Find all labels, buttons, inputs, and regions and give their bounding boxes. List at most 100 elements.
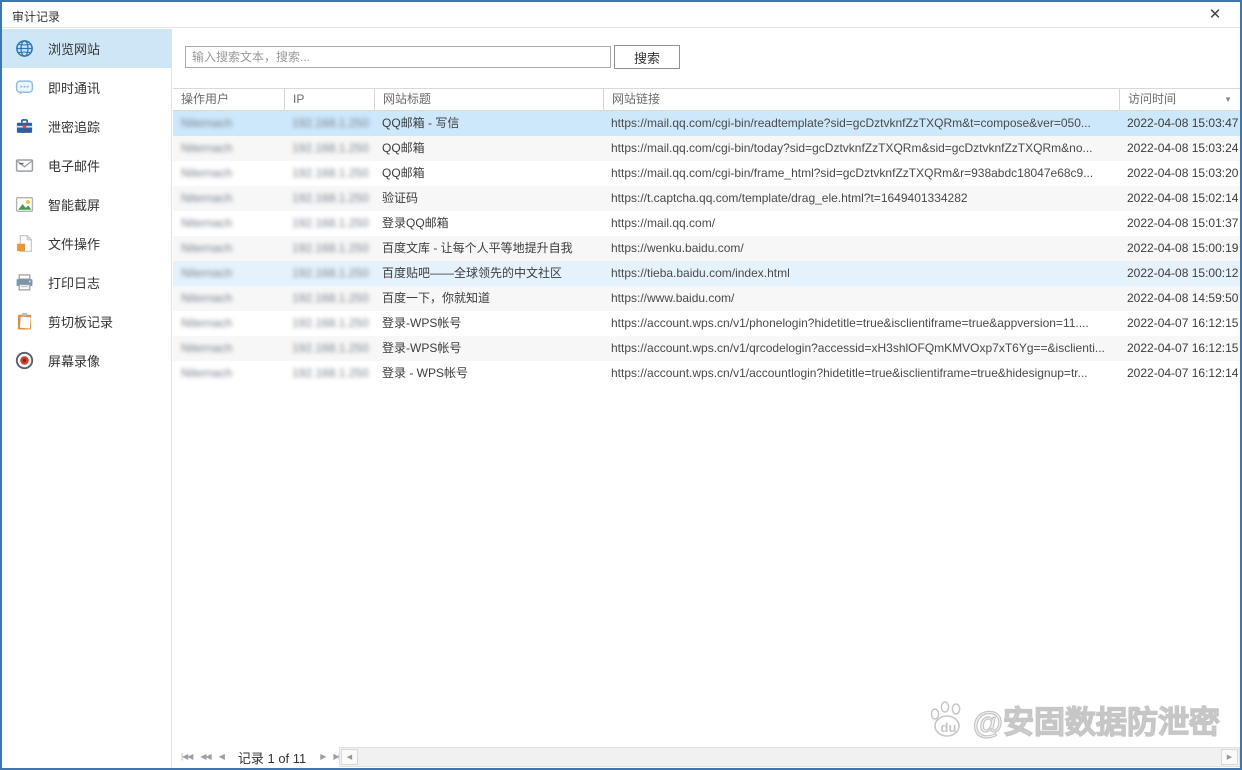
table-row[interactable]: Niternach192.168.1.250登录 - WPS帐号https://… [173, 361, 1240, 386]
sidebar-item-8[interactable]: 屏幕录像 [2, 341, 171, 380]
cell-ip-redacted: 192.168.1.250 [284, 261, 374, 286]
sidebar-item-1[interactable]: 即时通讯 [2, 68, 171, 107]
cell-site-url: https://mail.qq.com/cgi-bin/frame_html?s… [603, 161, 1119, 186]
mail-icon [15, 156, 34, 175]
scroll-left-icon[interactable]: ◀ [341, 749, 358, 765]
globe-icon [15, 39, 34, 58]
first-page-button[interactable]: |◀◀ [177, 746, 196, 768]
cell-ip-redacted: 192.168.1.250 [284, 311, 374, 336]
cell-ip-redacted: 192.168.1.250 [284, 336, 374, 361]
cell-user-redacted: Niternach [173, 186, 284, 211]
column-header-time[interactable]: 访问时间▼ [1119, 89, 1240, 110]
printer-icon [15, 273, 34, 292]
cell-site-url: https://account.wps.cn/v1/phonelogin?hid… [603, 311, 1119, 336]
search-button[interactable]: 搜索 [614, 45, 680, 69]
horizontal-scrollbar[interactable]: ◀ ▶ [339, 747, 1240, 767]
cell-visit-time: 2022-04-08 15:02:14 [1119, 186, 1240, 211]
record-count-label: 记录 1 of 11 [238, 748, 306, 767]
sidebar-item-label: 智能截屏 [48, 195, 100, 214]
table-row[interactable]: Niternach192.168.1.250登录-WPS帐号https://ac… [173, 336, 1240, 361]
table-row[interactable]: Niternach192.168.1.250登录-WPS帐号https://ac… [173, 311, 1240, 336]
cell-visit-time: 2022-04-07 16:12:15 [1119, 311, 1240, 336]
cell-visit-time: 2022-04-07 16:12:15 [1119, 336, 1240, 361]
cell-visit-time: 2022-04-08 15:03:24 [1119, 136, 1240, 161]
record-icon [15, 351, 34, 370]
table-row[interactable]: Niternach192.168.1.250验证码https://t.captc… [173, 186, 1240, 211]
audit-records-window: 审计记录 ✕ 浏览网站即时通讯泄密追踪电子邮件智能截屏文件操作打印日志剪切板记录… [0, 0, 1242, 770]
cell-user-redacted: Niternach [173, 211, 284, 236]
sidebar-item-3[interactable]: 电子邮件 [2, 146, 171, 185]
cell-ip-redacted: 192.168.1.250 [284, 161, 374, 186]
cell-site-url: https://wenku.baidu.com/ [603, 236, 1119, 261]
cell-site-title: 登录QQ邮箱 [374, 211, 603, 236]
sidebar-item-label: 文件操作 [48, 234, 100, 253]
search-input[interactable] [185, 46, 611, 68]
footer: |◀◀◀◀◀记录 1 of 11▶▶▶▶▶| ◀ ▶ [173, 746, 1240, 768]
sidebar-item-label: 屏幕录像 [48, 351, 100, 370]
table-body: Niternach192.168.1.250QQ邮箱 - 写信https://m… [173, 111, 1240, 386]
sidebar-item-label: 即时通讯 [48, 78, 100, 97]
cell-user-redacted: Niternach [173, 136, 284, 161]
fast-prev-button[interactable]: ◀◀ [196, 746, 214, 768]
cell-ip-redacted: 192.168.1.250 [284, 361, 374, 386]
cell-site-title: 验证码 [374, 186, 603, 211]
cell-visit-time: 2022-04-08 15:00:12 [1119, 261, 1240, 286]
cell-ip-redacted: 192.168.1.250 [284, 236, 374, 261]
sidebar-item-5[interactable]: 文件操作 [2, 224, 171, 263]
cell-site-url: https://mail.qq.com/ [603, 211, 1119, 236]
table-row[interactable]: Niternach192.168.1.250QQ邮箱 - 写信https://m… [173, 111, 1240, 136]
cell-site-url: https://t.captcha.qq.com/template/drag_e… [603, 186, 1119, 211]
sidebar-item-4[interactable]: 智能截屏 [2, 185, 171, 224]
cell-ip-redacted: 192.168.1.250 [284, 136, 374, 161]
sidebar-item-2[interactable]: 泄密追踪 [2, 107, 171, 146]
cell-ip-redacted: 192.168.1.250 [284, 286, 374, 311]
sidebar: 浏览网站即时通讯泄密追踪电子邮件智能截屏文件操作打印日志剪切板记录屏幕录像 [2, 29, 172, 768]
main-panel: 搜索 操作用户IP网站标题网站链接访问时间▼ Niternach192.168.… [173, 29, 1240, 768]
cell-site-url: https://mail.qq.com/cgi-bin/readtemplate… [603, 111, 1119, 136]
cell-visit-time: 2022-04-08 15:03:20 [1119, 161, 1240, 186]
table-row[interactable]: Niternach192.168.1.250QQ邮箱https://mail.q… [173, 161, 1240, 186]
cell-user-redacted: Niternach [173, 336, 284, 361]
window-title: 审计记录 [12, 8, 60, 25]
table-row[interactable]: Niternach192.168.1.250百度一下，你就知道https://w… [173, 286, 1240, 311]
close-icon[interactable]: ✕ [1204, 5, 1226, 25]
table-header: 操作用户IP网站标题网站链接访问时间▼ [173, 88, 1240, 111]
cell-site-title: QQ邮箱 [374, 161, 603, 186]
table-row[interactable]: Niternach192.168.1.250QQ邮箱https://mail.q… [173, 136, 1240, 161]
table-row[interactable]: Niternach192.168.1.250登录QQ邮箱https://mail… [173, 211, 1240, 236]
cell-site-title: QQ邮箱 [374, 136, 603, 161]
cell-site-url: https://tieba.baidu.com/index.html [603, 261, 1119, 286]
sidebar-item-0[interactable]: 浏览网站 [2, 29, 171, 68]
cell-visit-time: 2022-04-08 15:01:37 [1119, 211, 1240, 236]
column-header-ip[interactable]: IP [284, 89, 374, 110]
cell-user-redacted: Niternach [173, 111, 284, 136]
watermark: du @安固数据防泄密 [927, 697, 1220, 742]
cell-user-redacted: Niternach [173, 286, 284, 311]
cell-user-redacted: Niternach [173, 161, 284, 186]
cell-ip-redacted: 192.168.1.250 [284, 211, 374, 236]
cell-visit-time: 2022-04-08 14:59:50 [1119, 286, 1240, 311]
column-header-user[interactable]: 操作用户 [173, 89, 284, 110]
next-page-button[interactable]: ▶ [316, 746, 329, 768]
cell-site-title: 百度文库 - 让每个人平等地提升自我 [374, 236, 603, 261]
cell-user-redacted: Niternach [173, 361, 284, 386]
prev-page-button[interactable]: ◀ [215, 746, 228, 768]
watermark-text: @安固数据防泄密 [973, 697, 1220, 742]
cell-site-title: 百度贴吧——全球领先的中文社区 [374, 261, 603, 286]
titlebar: 审计记录 ✕ [2, 2, 1240, 28]
toolbox-icon [15, 117, 34, 136]
scroll-right-icon[interactable]: ▶ [1221, 749, 1238, 765]
column-header-url[interactable]: 网站链接 [603, 89, 1119, 110]
sort-arrow-icon[interactable]: ▼ [1224, 89, 1232, 110]
sidebar-item-7[interactable]: 剪切板记录 [2, 302, 171, 341]
table-row[interactable]: Niternach192.168.1.250百度贴吧——全球领先的中文社区htt… [173, 261, 1240, 286]
records-table: 操作用户IP网站标题网站链接访问时间▼ Niternach192.168.1.2… [173, 88, 1240, 386]
column-header-title[interactable]: 网站标题 [374, 89, 603, 110]
sidebar-item-6[interactable]: 打印日志 [2, 263, 171, 302]
baidu-paw-icon: du [927, 700, 969, 740]
cell-site-url: https://account.wps.cn/v1/accountlogin?h… [603, 361, 1119, 386]
cell-site-url: https://account.wps.cn/v1/qrcodelogin?ac… [603, 336, 1119, 361]
table-row[interactable]: Niternach192.168.1.250百度文库 - 让每个人平等地提升自我… [173, 236, 1240, 261]
baidu-du-text: du [940, 720, 956, 735]
sidebar-item-label: 剪切板记录 [48, 312, 113, 331]
